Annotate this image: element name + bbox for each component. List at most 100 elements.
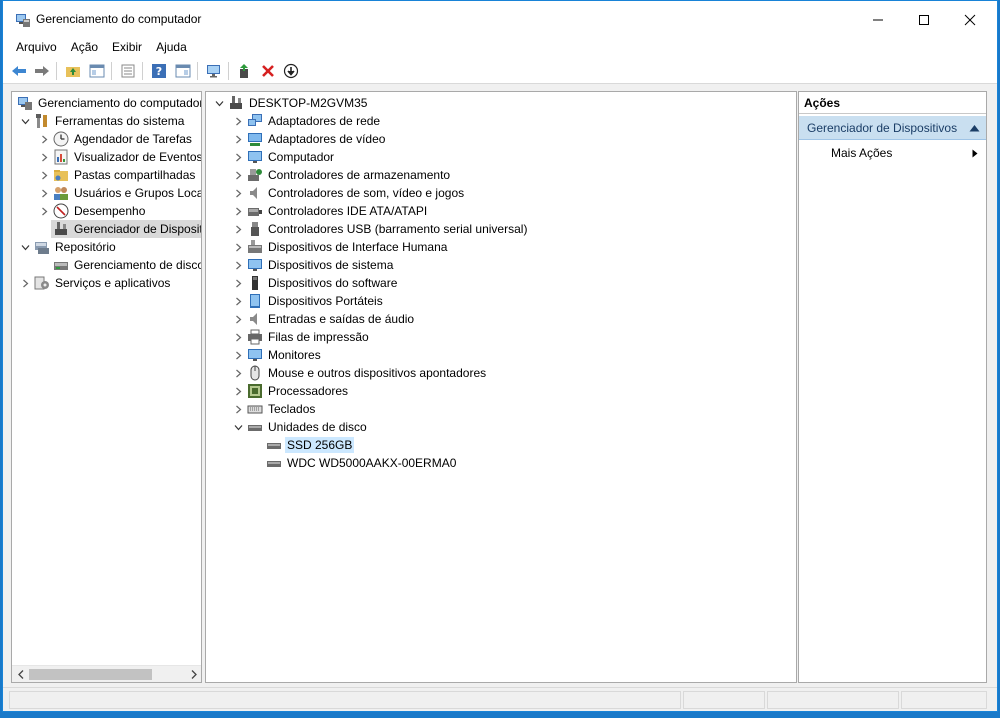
performance-icon — [53, 203, 69, 219]
show-hide-action-pane-button[interactable] — [174, 62, 192, 80]
chevron-right-icon[interactable] — [231, 186, 245, 200]
chevron-right-icon[interactable] — [231, 222, 245, 236]
collapse-up-icon[interactable] — [969, 124, 980, 132]
chevron-right-icon[interactable] — [231, 204, 245, 218]
device-category-label: Controladores de som, vídeo e jogos — [268, 186, 465, 200]
tree-item-computer-management[interactable]: Gerenciamento do computador — [15, 94, 201, 112]
device-category[interactable]: Processadores — [231, 382, 350, 400]
chevron-right-icon[interactable] — [37, 204, 51, 218]
software-device-icon — [247, 275, 263, 291]
device-category-disk-drives[interactable]: Unidades de disco — [231, 418, 369, 436]
menu-arquivo[interactable]: Arquivo — [3, 38, 64, 58]
chevron-right-icon[interactable] — [37, 168, 51, 182]
device-category[interactable]: Controladores IDE ATA/ATAPI — [231, 202, 429, 220]
update-driver-button[interactable] — [236, 62, 254, 80]
chevron-right-icon[interactable] — [231, 294, 245, 308]
submenu-arrow-icon — [972, 149, 978, 158]
chevron-right-icon[interactable] — [231, 330, 245, 344]
device-category[interactable]: Controladores de armazenamento — [231, 166, 452, 184]
actions-section-device-manager[interactable]: Gerenciador de Dispositivos — [799, 116, 986, 140]
usb-icon — [247, 221, 263, 237]
menu-acao[interactable]: Ação — [64, 38, 105, 58]
device-category[interactable]: Dispositivos do software — [231, 274, 399, 292]
tree-item-services-applications[interactable]: Serviços e aplicativos — [18, 274, 172, 292]
scrollbar-thumb[interactable] — [29, 669, 152, 680]
device-category[interactable]: Entradas e saídas de áudio — [231, 310, 416, 328]
chevron-right-icon[interactable] — [231, 366, 245, 380]
tree-item-disk-management[interactable]: Gerenciamento de disco — [51, 256, 201, 274]
device-category[interactable]: Filas de impressão — [231, 328, 371, 346]
device-category[interactable]: Controladores de som, vídeo e jogos — [231, 184, 466, 202]
device-category-label: Controladores de armazenamento — [268, 168, 451, 182]
device-category[interactable]: Adaptadores de rede — [231, 112, 382, 130]
chevron-down-icon[interactable] — [231, 420, 245, 434]
chevron-right-icon[interactable] — [231, 168, 245, 182]
device-category[interactable]: Monitores — [231, 346, 323, 364]
device-category[interactable]: Mouse e outros dispositivos apontadores — [231, 364, 488, 382]
device-category[interactable]: Controladores USB (barramento serial uni… — [231, 220, 529, 238]
chevron-right-icon[interactable] — [231, 240, 245, 254]
help-button[interactable]: ? — [150, 62, 168, 80]
chevron-right-icon[interactable] — [231, 132, 245, 146]
tree-item-task-scheduler[interactable]: Agendador de Tarefas — [37, 130, 194, 148]
device-tree-root[interactable]: DESKTOP-M2GVM35 — [212, 94, 369, 112]
chevron-right-icon[interactable] — [231, 348, 245, 362]
tree-item-storage[interactable]: Repositório — [18, 238, 118, 256]
tree-item-local-users-groups[interactable]: Usuários e Grupos Loca — [37, 184, 201, 202]
chevron-right-icon[interactable] — [231, 276, 245, 290]
chevron-right-icon[interactable] — [231, 312, 245, 326]
chevron-right-icon[interactable] — [37, 186, 51, 200]
chevron-right-icon[interactable] — [231, 402, 245, 416]
chevron-down-icon[interactable] — [18, 240, 32, 254]
tree-item-system-tools[interactable]: Ferramentas do sistema — [18, 112, 186, 130]
enable-device-button[interactable] — [282, 62, 300, 80]
device-category[interactable]: Dispositivos Portáteis — [231, 292, 385, 310]
tree-item-performance[interactable]: Desempenho — [37, 202, 147, 220]
device-category-label: Monitores — [268, 348, 321, 362]
minimize-button[interactable] — [855, 1, 901, 38]
close-icon — [964, 14, 976, 25]
device-category[interactable]: Adaptadores de vídeo — [231, 130, 387, 148]
chevron-right-icon[interactable] — [231, 258, 245, 272]
close-button[interactable] — [947, 1, 993, 38]
disk-device[interactable]: WDC WD5000AAKX-00ERMA0 — [264, 454, 458, 472]
more-actions-item[interactable]: Mais Ações — [799, 144, 986, 162]
tree-item-event-viewer[interactable]: Visualizador de Eventos — [37, 148, 202, 166]
audio-io-icon — [247, 311, 263, 327]
scroll-right-icon[interactable] — [188, 669, 199, 680]
menu-ajuda[interactable]: Ajuda — [149, 38, 194, 58]
device-category[interactable]: Teclados — [231, 400, 317, 418]
export-list-button[interactable] — [119, 62, 137, 80]
tree-item-device-manager[interactable]: Gerenciador de Disposit — [51, 220, 201, 238]
actions-section-label: Gerenciador de Dispositivos — [807, 121, 958, 135]
window-title: Gerenciamento do computador — [36, 12, 202, 26]
show-hide-tree-button[interactable] — [88, 62, 106, 80]
tree-item-label: Agendador de Tarefas — [74, 132, 192, 146]
uninstall-device-button[interactable] — [259, 62, 277, 80]
chevron-down-icon[interactable] — [18, 114, 32, 128]
chevron-down-icon[interactable] — [212, 96, 226, 110]
chevron-right-icon[interactable] — [231, 150, 245, 164]
menu-exibir[interactable]: Exibir — [105, 38, 149, 58]
tree-item-shared-folders[interactable]: Pastas compartilhadas — [37, 166, 197, 184]
back-button[interactable] — [10, 62, 28, 80]
device-category[interactable]: Computador — [231, 148, 336, 166]
scan-hardware-button[interactable] — [205, 62, 223, 80]
scroll-left-icon[interactable] — [16, 669, 27, 680]
folder-up-icon — [66, 67, 80, 77]
chevron-right-icon[interactable] — [37, 150, 51, 164]
up-one-level-button[interactable] — [64, 62, 82, 80]
horizontal-scrollbar[interactable] — [12, 665, 201, 682]
device-category[interactable]: Dispositivos de sistema — [231, 256, 395, 274]
disk-device[interactable]: SSD 256GB — [264, 436, 355, 454]
tree-item-label: Visualizador de Eventos — [74, 150, 202, 164]
forward-button[interactable] — [33, 62, 51, 80]
device-category-label: Computador — [268, 150, 335, 164]
device-category[interactable]: Dispositivos de Interface Humana — [231, 238, 449, 256]
chevron-right-icon[interactable] — [18, 276, 32, 290]
computer-management-icon — [17, 95, 33, 111]
chevron-right-icon[interactable] — [231, 384, 245, 398]
maximize-button[interactable] — [901, 1, 947, 38]
chevron-right-icon[interactable] — [231, 114, 245, 128]
chevron-right-icon[interactable] — [37, 132, 51, 146]
